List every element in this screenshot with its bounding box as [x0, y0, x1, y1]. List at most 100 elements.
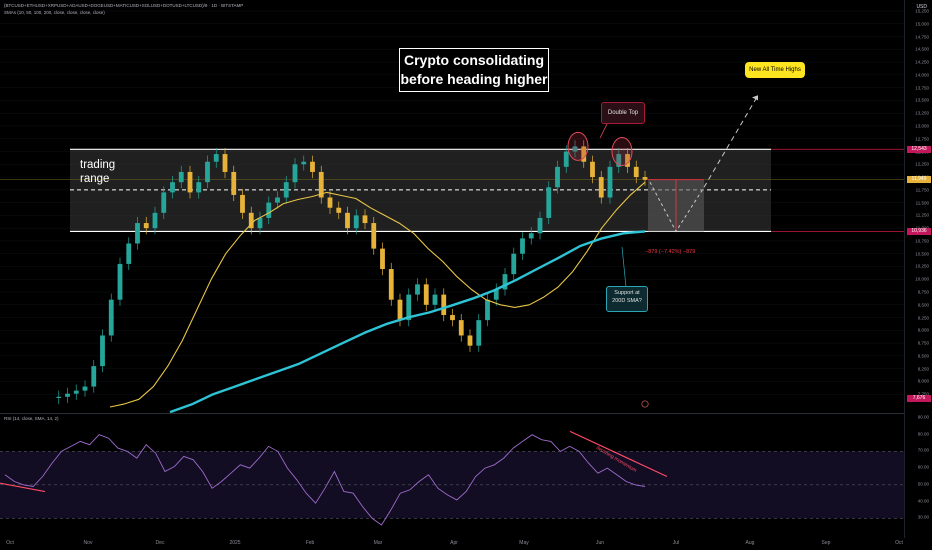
candle-body	[126, 243, 132, 264]
candle-body	[222, 154, 228, 172]
candle-body	[423, 284, 429, 305]
price-tick-label: 9,500	[917, 302, 929, 308]
time-tick-label: May	[519, 540, 529, 546]
support-pointer	[621, 246, 627, 288]
candle-body	[152, 212, 158, 229]
price-tick-label: 10,500	[915, 251, 929, 257]
trading-range-label[interactable]: trading range	[80, 158, 115, 186]
price-tick-label: 9,250	[917, 315, 929, 321]
trading-range-line-1: trading	[80, 159, 116, 171]
candle-body	[590, 161, 595, 178]
price-tick-label: 10,750	[915, 238, 929, 244]
candle-body	[598, 177, 604, 198]
price-tick-label: 12,750	[915, 136, 929, 142]
event-marker	[641, 400, 649, 408]
candle-body	[546, 187, 552, 218]
title-line-2: before heading higher	[400, 71, 548, 87]
candle-body	[633, 166, 639, 178]
time-tick-label: 2025	[229, 540, 241, 546]
price-tick-label: 14,750	[915, 34, 929, 40]
candle-body	[485, 299, 490, 321]
price-tick-label: 10,000	[915, 276, 929, 282]
rsi-chart-svg[interactable]	[0, 414, 905, 539]
rsi-tick-label: 30.00	[917, 514, 929, 520]
price-tick-label: 12,250	[915, 161, 929, 167]
trading-range-line-2: range	[80, 173, 110, 185]
price-tick-label: 9,750	[917, 289, 929, 295]
price-tick-label: 9,000	[917, 327, 929, 333]
candle-body	[100, 335, 105, 367]
price-tick-label: 15,250	[915, 8, 929, 14]
price-tick-label: 14,000	[915, 72, 929, 78]
support-200d-callout[interactable]: Support at 200D SMA?	[606, 286, 648, 312]
price-tick-label: 11,250	[915, 212, 929, 218]
double-top-callout[interactable]: Double Top	[601, 102, 645, 124]
time-tick-label: Mar	[373, 540, 383, 546]
measure-label: −879 (−7.42%) −879	[645, 249, 696, 255]
price-tick-label: 11,500	[915, 200, 929, 206]
price-chart-pane[interactable]: (BTCUSD+ETHUSD+XRPUSD+ADAUSD+DOGEUSD+MAT…	[0, 0, 905, 413]
candle-body	[301, 161, 307, 165]
sma-200-line	[169, 230, 646, 413]
price-tag: 11,949	[907, 176, 931, 184]
candle-body	[642, 177, 648, 180]
time-tick-label: Aug	[745, 540, 755, 546]
rsi-pane[interactable]: RSI (14, close, SMA, 14, 2)	[0, 413, 905, 539]
candle-body	[380, 248, 385, 270]
support-line-2: 200D SMA?	[612, 297, 642, 304]
price-tag: 7,676	[907, 394, 931, 402]
price-tick-label: 13,750	[915, 85, 929, 91]
candle-body	[511, 253, 517, 275]
time-tick-label: Feb	[305, 540, 315, 546]
price-tick-label: 8,750	[917, 340, 929, 346]
time-tick-label: Oct	[6, 540, 14, 546]
candle-body	[441, 294, 447, 316]
price-tag: 10,936	[907, 227, 931, 235]
time-axis[interactable]: Oct Nov Dec 2025 Feb Mar Apr May Jun Jul Aug Sep Oct	[0, 538, 905, 550]
candle-body	[345, 212, 350, 229]
title-line-1: Crypto consolidating	[404, 52, 544, 68]
time-tick-label: Nov	[83, 540, 93, 546]
candle-body	[450, 315, 455, 321]
candle-body	[108, 299, 114, 336]
candle-body	[266, 202, 272, 218]
candle-body	[537, 217, 543, 234]
candle-body	[388, 269, 394, 300]
chart-title-annotation[interactable]: Crypto consolidating before heading high…	[399, 48, 549, 92]
candle-body	[196, 182, 202, 193]
time-tick-label: Dec	[155, 540, 165, 546]
price-tag: 12,543	[907, 145, 931, 153]
candle-body	[458, 320, 464, 336]
candle-body	[161, 192, 167, 213]
candle-body	[240, 194, 245, 213]
symbol-header: (BTCUSD+ETHUSD+XRPUSD+ADAUSD+DOGEUSD+MAT…	[4, 3, 244, 8]
rsi-tick-label: 40.00	[917, 498, 929, 504]
price-tick-label: 8,500	[917, 353, 929, 359]
candle-body	[371, 223, 377, 249]
candle-body	[283, 182, 289, 198]
candle-body	[65, 393, 70, 397]
price-tick-label: 15,000	[915, 21, 929, 27]
time-tick-label: Oct	[895, 540, 903, 546]
candle-body	[231, 171, 237, 195]
time-tick-label: Apr	[450, 540, 458, 546]
double-top-circle-2	[611, 137, 633, 167]
double-top-circle-1	[567, 131, 589, 161]
candle-body	[117, 263, 123, 300]
rsi-tick-label: 80.00	[917, 431, 929, 437]
candle-body	[82, 386, 88, 391]
price-axis[interactable]: USD 15,250 15,000 14,750 14,500 14,250 14,000…	[904, 0, 932, 538]
all-time-highs-callout[interactable]: New All Time Highs	[745, 62, 805, 78]
rsi-tick-label: 60.00	[917, 464, 929, 470]
candle-body	[607, 166, 613, 198]
candle-body	[467, 335, 473, 346]
candle-body	[415, 284, 420, 295]
candle-body	[310, 161, 315, 172]
candle-body	[257, 217, 263, 229]
candle-body	[170, 182, 175, 193]
time-tick-label: Jul	[672, 540, 680, 546]
candle-body	[213, 154, 219, 162]
price-tick-label: 8,250	[917, 366, 929, 372]
candle-body	[135, 223, 140, 244]
time-tick-label: Sep	[821, 540, 831, 546]
